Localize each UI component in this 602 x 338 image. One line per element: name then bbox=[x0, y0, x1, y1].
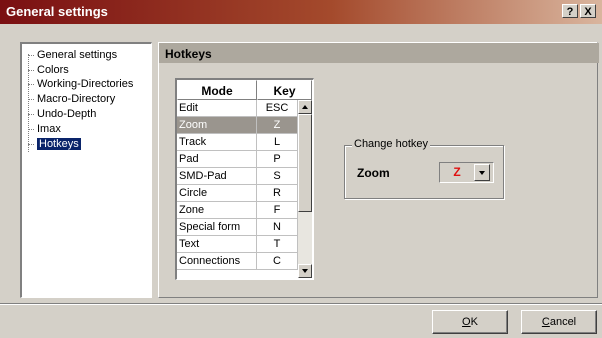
table-row[interactable]: Circle R bbox=[177, 185, 298, 202]
arrow-up-icon bbox=[302, 105, 308, 109]
key-cell: C bbox=[257, 253, 298, 270]
mode-cell: Pad bbox=[177, 151, 257, 168]
mode-cell: Special form bbox=[177, 219, 257, 236]
title-bar: General settings ? X bbox=[0, 0, 602, 24]
table-row-selected[interactable]: Zoom Z bbox=[177, 117, 298, 134]
table-row[interactable]: Connections C bbox=[177, 253, 298, 270]
ok-button[interactable]: OK bbox=[432, 310, 508, 334]
mode-cell: Zoom bbox=[177, 117, 257, 134]
panel-header: Hotkeys bbox=[159, 43, 599, 63]
tree-item-macro-directory[interactable]: Macro-Directory bbox=[28, 92, 115, 106]
scroll-thumb[interactable] bbox=[298, 114, 312, 212]
key-cell: P bbox=[257, 151, 298, 168]
settings-tree: General settings Colors Working-Director… bbox=[20, 42, 152, 298]
table-row[interactable]: Zone F bbox=[177, 202, 298, 219]
column-header-key[interactable]: Key bbox=[257, 80, 312, 100]
close-button[interactable]: X bbox=[580, 4, 596, 18]
table-row[interactable]: Special form N bbox=[177, 219, 298, 236]
panel-title: Hotkeys bbox=[165, 47, 212, 61]
arrow-down-icon bbox=[302, 269, 308, 273]
key-cell: Z bbox=[257, 117, 298, 134]
change-hotkey-label: Change hotkey bbox=[352, 138, 430, 150]
mode-cell: Connections bbox=[177, 253, 257, 270]
chevron-down-icon bbox=[479, 171, 485, 175]
cancel-button[interactable]: Cancel bbox=[521, 310, 597, 334]
hotkey-select[interactable]: Z bbox=[439, 162, 494, 183]
scroll-down-button[interactable] bbox=[298, 264, 312, 278]
hotkey-dropdown-button[interactable] bbox=[474, 164, 490, 181]
selected-mode-label: Zoom bbox=[357, 166, 390, 180]
mode-cell: Edit bbox=[177, 100, 257, 117]
key-cell: N bbox=[257, 219, 298, 236]
table-row[interactable]: Edit ESC bbox=[177, 100, 298, 117]
table-row[interactable]: Text T bbox=[177, 236, 298, 253]
hotkey-grid: Mode Key Edit ESC Zoom Z Track L Pad P S… bbox=[175, 78, 314, 280]
tree-item-hotkeys[interactable]: Hotkeys bbox=[28, 137, 81, 151]
tree-item-working-directories[interactable]: Working-Directories bbox=[28, 77, 133, 91]
hotkey-select-value: Z bbox=[453, 165, 461, 179]
mode-cell: Track bbox=[177, 134, 257, 151]
column-header-mode[interactable]: Mode bbox=[177, 80, 257, 100]
tree-item-colors[interactable]: Colors bbox=[28, 63, 69, 77]
key-cell: F bbox=[257, 202, 298, 219]
grid-scrollbar[interactable] bbox=[298, 100, 312, 278]
window-title: General settings bbox=[6, 4, 108, 19]
key-cell: R bbox=[257, 185, 298, 202]
key-cell: T bbox=[257, 236, 298, 253]
mode-cell: Text bbox=[177, 236, 257, 253]
tree-item-undo-depth[interactable]: Undo-Depth bbox=[28, 107, 96, 121]
mode-cell: Circle bbox=[177, 185, 257, 202]
table-row[interactable]: SMD-Pad S bbox=[177, 168, 298, 185]
tree-item-general-settings[interactable]: General settings bbox=[28, 48, 117, 62]
mode-cell: Zone bbox=[177, 202, 257, 219]
footer-separator bbox=[0, 303, 602, 305]
scroll-up-button[interactable] bbox=[298, 100, 312, 114]
key-cell: ESC bbox=[257, 100, 298, 117]
help-button[interactable]: ? bbox=[562, 4, 578, 18]
tree-item-imax[interactable]: Imax bbox=[28, 122, 61, 136]
table-row[interactable]: Pad P bbox=[177, 151, 298, 168]
table-row[interactable]: Track L bbox=[177, 134, 298, 151]
key-cell: S bbox=[257, 168, 298, 185]
mode-cell: SMD-Pad bbox=[177, 168, 257, 185]
key-cell: L bbox=[257, 134, 298, 151]
